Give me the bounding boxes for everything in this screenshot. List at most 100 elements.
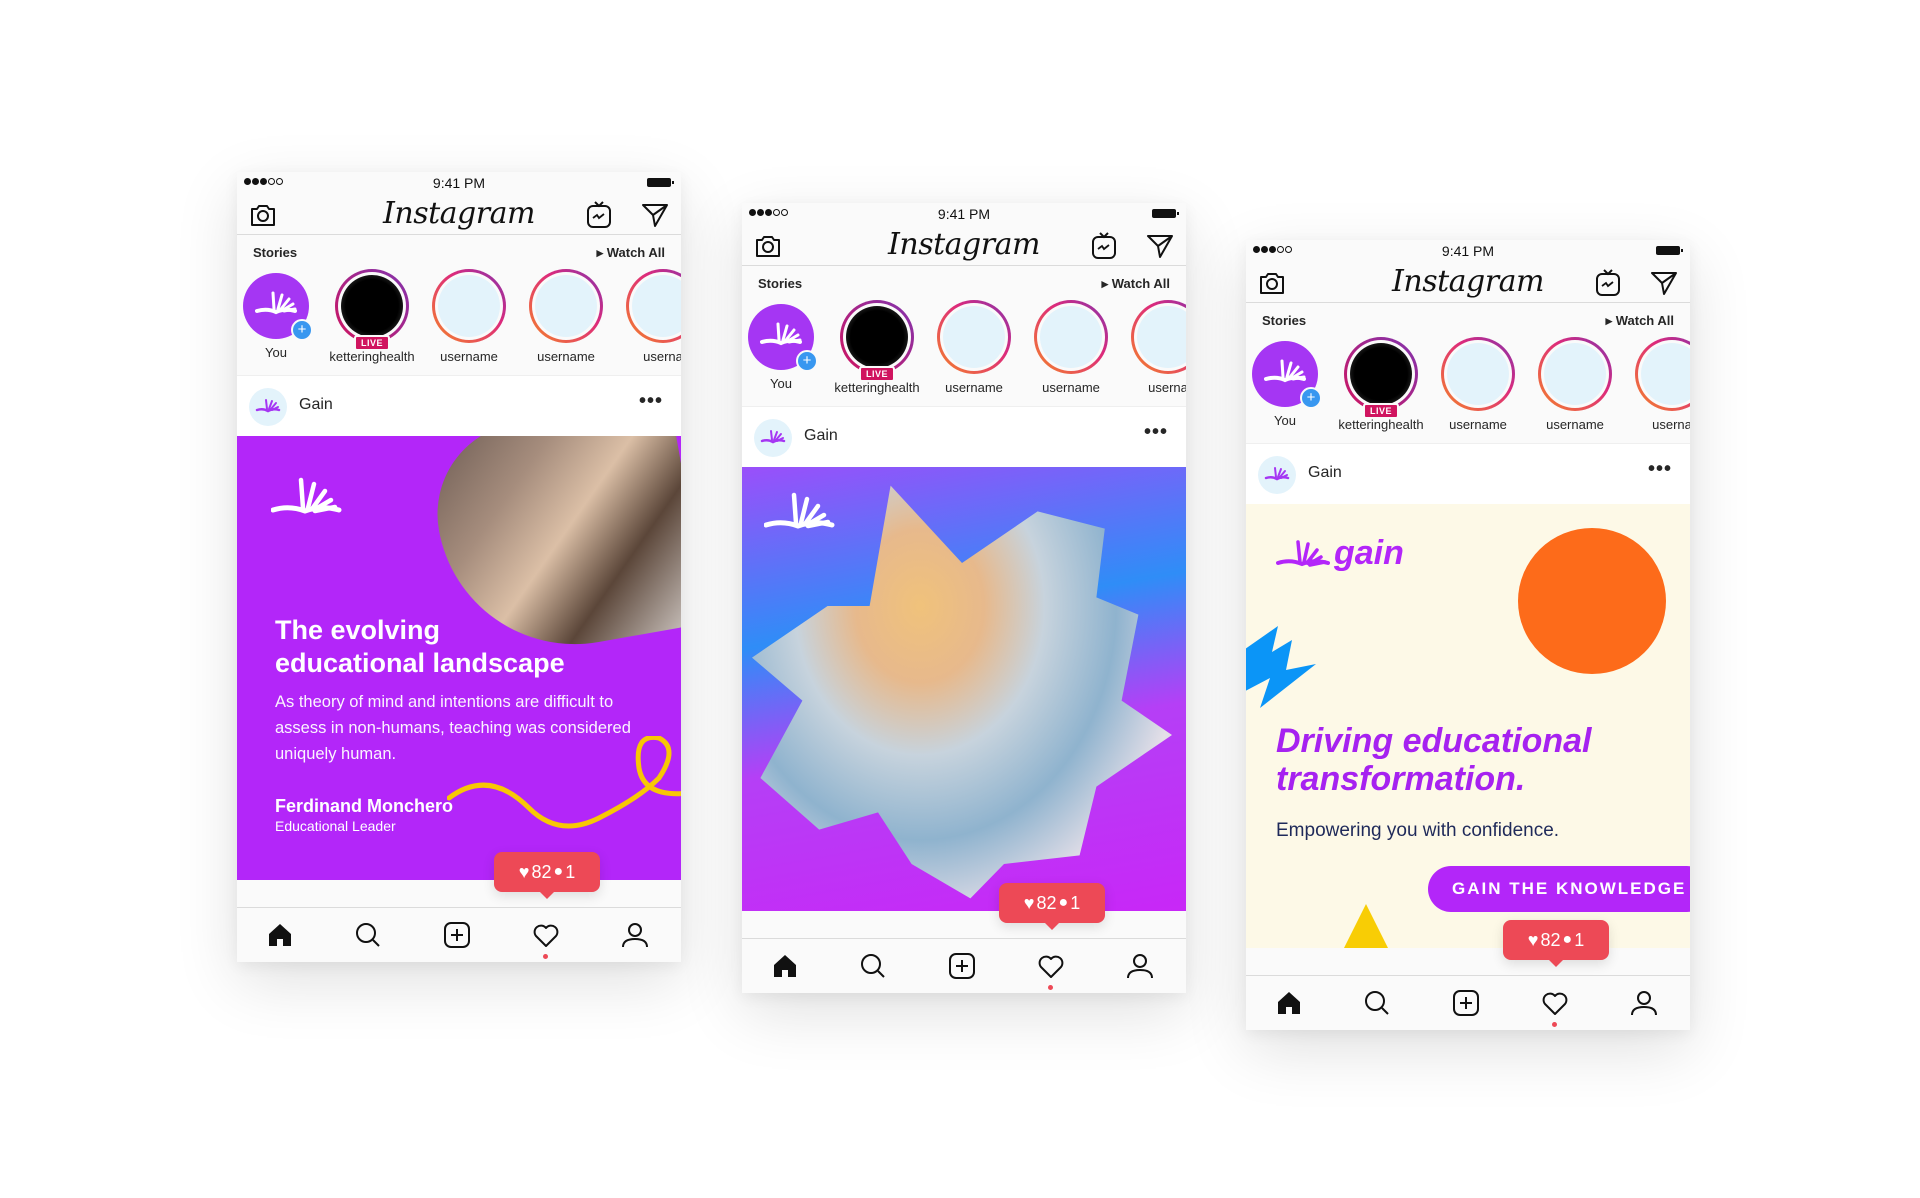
- status-bar: 9:41 PM: [1246, 240, 1690, 262]
- gain-logo-icon: [764, 492, 835, 529]
- igtv-icon[interactable]: [585, 200, 613, 230]
- heart-icon: [533, 924, 559, 947]
- add-story-icon[interactable]: +: [796, 350, 818, 372]
- story-username: You: [1274, 413, 1296, 428]
- story-item[interactable]: userna: [1123, 300, 1186, 395]
- yellow-triangle-shape: [1336, 904, 1396, 948]
- gain-logo-icon: [760, 430, 786, 444]
- profile-icon[interactable]: [1629, 988, 1659, 1018]
- post-subtitle: Empowering you with confidence.: [1276, 820, 1560, 841]
- home-icon[interactable]: [265, 920, 295, 950]
- direct-message-icon[interactable]: [1650, 270, 1678, 296]
- more-options-icon[interactable]: •••: [1648, 458, 1672, 481]
- stories-tray: Stories ▸ Watch All + You LIVE kettering…: [237, 235, 681, 376]
- status-bar: 9:41 PM: [742, 203, 1186, 225]
- new-post-icon[interactable]: [442, 920, 472, 950]
- home-icon[interactable]: [1274, 988, 1304, 1018]
- search-icon[interactable]: [353, 920, 383, 950]
- story-username: ketteringhealth: [1338, 417, 1424, 432]
- new-post-icon[interactable]: [947, 951, 977, 981]
- your-story-avatar: +: [748, 304, 818, 372]
- account-avatar[interactable]: [249, 388, 287, 426]
- story-item-you[interactable]: + You: [1246, 337, 1330, 428]
- add-story-icon[interactable]: +: [1300, 387, 1322, 409]
- watch-all-button[interactable]: ▸ Watch All: [1102, 276, 1170, 292]
- story-item[interactable]: username: [1530, 337, 1620, 432]
- post-author-role: Educational Leader: [275, 818, 396, 834]
- battery-icon: [1656, 246, 1683, 255]
- story-item[interactable]: username: [1026, 300, 1116, 395]
- story-username: You: [265, 345, 287, 360]
- post-title-line-1: The evolving: [275, 615, 441, 645]
- activity-tab[interactable]: [1540, 988, 1570, 1027]
- more-options-icon[interactable]: •••: [639, 390, 663, 413]
- notification-dot: [543, 954, 548, 959]
- watch-all-button[interactable]: ▸ Watch All: [1606, 313, 1674, 329]
- story-item-live[interactable]: LIVE ketteringhealth: [327, 269, 417, 364]
- story-item-live[interactable]: LIVE ketteringhealth: [832, 300, 922, 395]
- story-item[interactable]: userna: [1627, 337, 1690, 432]
- search-icon[interactable]: [858, 951, 888, 981]
- story-item-you[interactable]: + You: [742, 300, 826, 391]
- story-username: userna: [643, 349, 681, 364]
- new-post-icon[interactable]: [1451, 988, 1481, 1018]
- post-image[interactable]: [742, 467, 1186, 911]
- search-icon[interactable]: [1362, 988, 1392, 1018]
- stories-tray: Stories ▸ Watch All + You LIVE kettering…: [1246, 303, 1690, 444]
- activity-tab[interactable]: [531, 920, 561, 959]
- comments-count: 1: [1574, 929, 1585, 950]
- status-time: 9:41 PM: [432, 175, 486, 191]
- stories-title: Stories: [1262, 313, 1307, 328]
- account-name[interactable]: Gain: [1308, 464, 1342, 482]
- post-title-line-1: Driving educational: [1276, 722, 1592, 760]
- stories-tray: Stories ▸ Watch All + You LIVE kettering…: [742, 266, 1186, 407]
- account-avatar[interactable]: [1258, 456, 1296, 494]
- story-item[interactable]: username: [521, 269, 611, 364]
- post-title-line-2: transformation.: [1276, 760, 1526, 798]
- post-title: The evolving educational landscape: [275, 614, 565, 680]
- stories-title: Stories: [253, 245, 298, 260]
- likes-count: 82: [1540, 929, 1561, 950]
- account-avatar[interactable]: [754, 419, 792, 457]
- comments-count: 1: [1070, 892, 1081, 913]
- story-item[interactable]: userna: [618, 269, 681, 364]
- gain-logo-icon: [1264, 467, 1290, 481]
- igtv-icon[interactable]: [1594, 268, 1622, 298]
- gain-the-knowledge-button[interactable]: GAIN THE KNOWLEDGE: [1428, 866, 1690, 912]
- profile-icon[interactable]: [620, 920, 650, 950]
- app-header: Instagram: [742, 225, 1186, 266]
- heart-icon: [1542, 992, 1568, 1015]
- activity-tab[interactable]: [1036, 951, 1066, 990]
- brand-wordmark: gain: [1334, 534, 1404, 572]
- instagram-logo: Instagram: [1392, 264, 1544, 299]
- story-item[interactable]: username: [424, 269, 514, 364]
- story-item-live[interactable]: LIVE ketteringhealth: [1336, 337, 1426, 432]
- comments-count: 1: [565, 861, 576, 882]
- watch-all-button[interactable]: ▸ Watch All: [597, 245, 665, 261]
- story-item[interactable]: username: [1433, 337, 1523, 432]
- phone-mockup-2: 9:41 PM Instagram Stories ▸ Watch All + …: [742, 203, 1186, 993]
- instagram-logo: Instagram: [888, 227, 1040, 262]
- your-story-avatar: +: [1252, 341, 1322, 409]
- gain-logo-icon: [1276, 539, 1330, 567]
- activity-notification[interactable]: ♥ 82 ● 1: [1503, 920, 1609, 967]
- heart-filled-icon: ♥: [1023, 892, 1035, 913]
- heart-filled-icon: ♥: [1527, 929, 1539, 950]
- direct-message-icon[interactable]: [641, 202, 669, 228]
- home-icon[interactable]: [770, 951, 800, 981]
- direct-message-icon[interactable]: [1146, 233, 1174, 259]
- activity-notification[interactable]: ♥ 82 ● 1: [999, 883, 1105, 930]
- story-item[interactable]: username: [929, 300, 1019, 395]
- post-image[interactable]: gain Driving educational transformation. …: [1246, 504, 1690, 948]
- igtv-icon[interactable]: [1090, 231, 1118, 261]
- activity-notification[interactable]: ♥ 82 ● 1: [494, 852, 600, 899]
- profile-icon[interactable]: [1125, 951, 1155, 981]
- story-item-you[interactable]: + You: [237, 269, 321, 360]
- account-name[interactable]: Gain: [299, 396, 333, 414]
- account-name[interactable]: Gain: [804, 427, 838, 445]
- story-username: username: [1546, 417, 1604, 432]
- post-image[interactable]: The evolving educational landscape As the…: [237, 436, 681, 880]
- more-options-icon[interactable]: •••: [1144, 421, 1168, 444]
- orange-circle-shape: [1518, 528, 1666, 674]
- add-story-icon[interactable]: +: [291, 319, 313, 341]
